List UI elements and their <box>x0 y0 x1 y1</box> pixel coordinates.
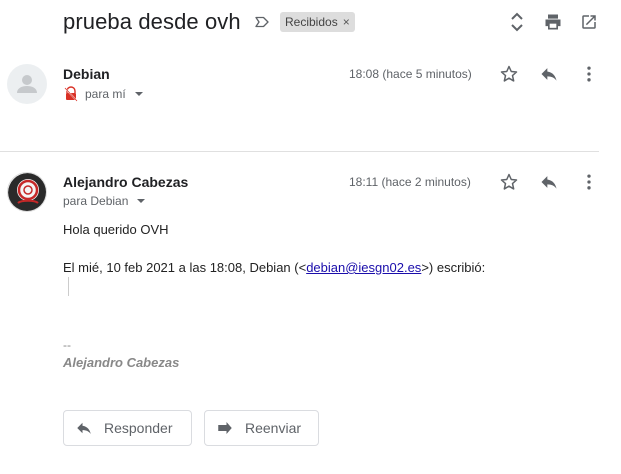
recipient-details[interactable]: para mí <box>63 86 144 102</box>
signature-separator: -- <box>63 338 71 352</box>
forward-icon <box>218 422 232 434</box>
more-options-button[interactable] <box>577 170 601 194</box>
forward-action-button[interactable]: Reenviar <box>204 410 319 446</box>
star-icon <box>500 173 518 190</box>
expand-all-button[interactable] <box>506 11 528 33</box>
signature-name: Alejandro Cabezas <box>63 355 180 370</box>
email-subject: prueba desde ovh <box>63 9 241 34</box>
star-icon <box>500 65 518 82</box>
reply-icon <box>77 422 91 434</box>
remove-label-button[interactable]: × <box>343 12 350 32</box>
quote-prefix: El mié, 10 feb 2021 a las 18:08, Debian … <box>63 260 307 275</box>
more-options-button[interactable] <box>577 62 601 86</box>
print-icon <box>545 14 561 30</box>
message-divider <box>0 151 599 152</box>
sender-name[interactable]: Alejandro Cabezas <box>63 174 188 190</box>
reply-icon <box>541 176 557 189</box>
label-chip-inbox[interactable]: Recibidos × <box>280 12 355 32</box>
label-chip-text: Recibidos <box>285 15 338 29</box>
more-vert-icon <box>587 174 591 190</box>
chevron-down-icon <box>134 92 143 96</box>
recipient-details[interactable]: para Debian <box>63 194 146 208</box>
quote-attribution: El mié, 10 feb 2021 a las 18:08, Debian … <box>63 260 485 275</box>
message-time: 18:08 (hace 5 minutos) <box>349 67 472 81</box>
avatar-debian[interactable] <box>7 64 47 104</box>
open-new-window-button[interactable] <box>578 11 600 33</box>
message-body-greeting: Hola querido OVH <box>63 222 169 237</box>
message-time: 18:11 (hace 2 minutos) <box>349 175 471 189</box>
reply-icon <box>541 68 557 81</box>
open-in-new-icon <box>582 15 596 29</box>
label-important-icon[interactable] <box>253 13 271 31</box>
reply-action-label: Responder <box>104 420 173 436</box>
recipient-label: para Debian <box>63 194 129 208</box>
recipient-label: para mí <box>85 87 126 101</box>
more-vert-icon <box>587 66 591 82</box>
avatar-alejandro[interactable] <box>7 172 47 212</box>
profile-photo-icon <box>8 173 46 211</box>
sender-name[interactable]: Debian <box>63 66 110 82</box>
quote-email-link[interactable]: debian@iesgn02.es <box>306 260 421 275</box>
not-encrypted-icon <box>64 86 78 102</box>
star-button[interactable] <box>497 62 521 86</box>
reply-button[interactable] <box>537 170 561 194</box>
reply-button[interactable] <box>537 62 561 86</box>
print-button[interactable] <box>542 11 564 33</box>
star-button[interactable] <box>497 170 521 194</box>
default-avatar-icon <box>17 75 37 93</box>
reply-action-button[interactable]: Responder <box>63 410 192 446</box>
quote-bar <box>68 277 69 296</box>
chevron-down-icon <box>137 199 146 203</box>
quote-suffix: >) escribió: <box>421 260 486 275</box>
forward-action-label: Reenviar <box>245 420 302 436</box>
unfold-icon <box>511 12 523 32</box>
